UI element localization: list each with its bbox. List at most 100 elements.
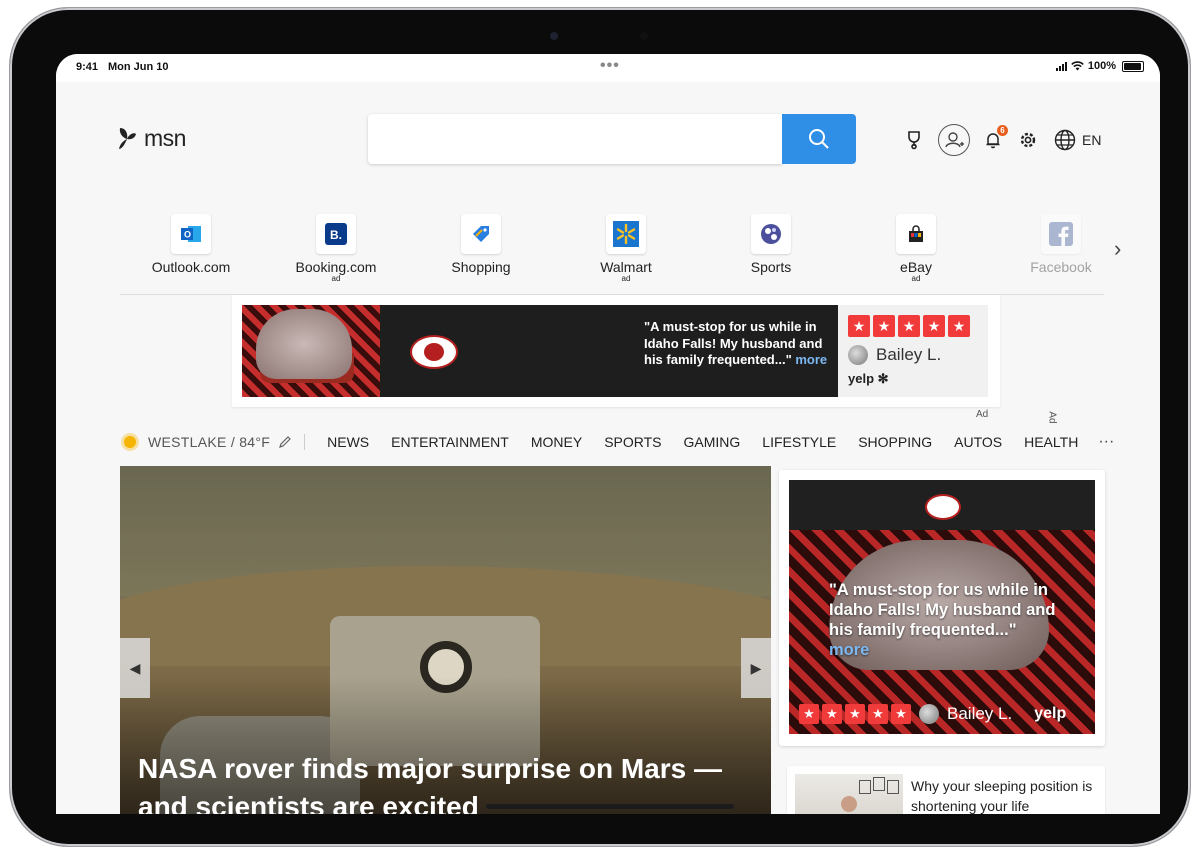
quick-link-label: Outlook.com: [151, 259, 231, 275]
star-icon: ★: [923, 315, 945, 337]
butterfly-logo-icon: [119, 128, 136, 149]
top-ad-banner[interactable]: "A must-stop for us while in Idaho Falls…: [232, 295, 1000, 407]
notifications-bell-icon[interactable]: 6: [984, 125, 1008, 149]
svg-text:B.: B.: [330, 228, 342, 242]
side-ad-quote-text: "A must-stop for us while in Idaho Falls…: [829, 581, 1056, 639]
quick-link-ad-tag: ad: [911, 274, 921, 283]
sensor-dot: [640, 32, 648, 40]
quick-link-label: Shopping: [451, 259, 511, 275]
yelp-burst-icon: ✻: [874, 371, 889, 386]
article-card[interactable]: Why your sleeping position is shortening…: [787, 766, 1105, 814]
quick-link-walmart[interactable]: Walmart ad: [561, 214, 691, 283]
reviewer: Bailey L.: [919, 704, 1012, 724]
side-ad-more-link[interactable]: more: [829, 641, 869, 659]
status-time: 9:41: [76, 61, 99, 73]
nav-item-shopping[interactable]: SHOPPING: [858, 434, 932, 450]
yelp-logo: yelp: [1034, 705, 1067, 722]
sign-in-avatar-icon[interactable]: [938, 124, 970, 156]
side-ad[interactable]: "A must-stop for us while in Idaho Falls…: [779, 470, 1105, 746]
ad-rating-panel: ★ ★ ★ ★ ★ Bailey L. yelp ✻: [838, 305, 988, 397]
star-icon: ★: [898, 315, 920, 337]
battery-percent: 100%: [1087, 60, 1116, 72]
nav-item-health[interactable]: HEALTH: [1024, 434, 1078, 450]
language-selector[interactable]: EN: [1054, 129, 1101, 151]
star-icon: ★: [873, 315, 895, 337]
walmart-icon: [606, 214, 646, 254]
camera-housing: [510, 28, 690, 44]
status-indicators: 100%: [1055, 60, 1144, 72]
reviewer-avatar: [848, 345, 868, 365]
star-icon: ★: [848, 315, 870, 337]
settings-gear-icon[interactable]: [1018, 130, 1038, 150]
ad-more-link[interactable]: more: [795, 352, 827, 367]
quick-link-ad-tag: ad: [331, 274, 341, 283]
quick-links: O Outlook.com B. Booking.com ad Shopping: [126, 214, 1116, 294]
notification-badge: 6: [997, 125, 1008, 136]
nav-item-news[interactable]: NEWS: [327, 434, 369, 450]
sun-icon: [124, 436, 136, 448]
msn-logo[interactable]: msn: [116, 124, 186, 152]
camera-lens: [550, 32, 558, 40]
logo-text: msn: [144, 124, 186, 151]
globe-icon: [1054, 129, 1076, 151]
multitask-dots-icon[interactable]: •••: [600, 57, 620, 75]
nav-item-gaming[interactable]: GAMING: [684, 434, 741, 450]
nav-item-autos[interactable]: AUTOS: [954, 434, 1002, 450]
quick-links-next-chevron-icon[interactable]: ›: [1114, 236, 1121, 262]
quick-link-label: eBay: [900, 259, 932, 275]
reviewer-name: Bailey L.: [947, 704, 1013, 723]
quick-link-booking[interactable]: B. Booking.com ad: [271, 214, 401, 283]
yelp-logo: yelp ✻: [848, 371, 889, 386]
language-label: EN: [1082, 132, 1102, 148]
side-ad-quote: "A must-stop for us while in Idaho Falls…: [829, 580, 1059, 660]
home-indicator[interactable]: [486, 804, 734, 809]
advertiser-logo: [410, 335, 458, 369]
five-star-rating: ★ ★ ★ ★ ★: [848, 315, 970, 337]
quick-link-label: Booking.com: [295, 259, 377, 275]
booking-icon: B.: [316, 214, 356, 254]
svg-text:O: O: [184, 230, 191, 240]
side-ad-creative[interactable]: "A must-stop for us while in Idaho Falls…: [789, 480, 1095, 734]
rewards-trophy-icon[interactable]: [904, 130, 924, 150]
ad-ice-cream-image: [242, 305, 380, 397]
quick-link-facebook[interactable]: Facebook: [996, 214, 1126, 275]
header-actions: 6 EN: [904, 124, 1101, 156]
nav-item-lifestyle[interactable]: LIFESTYLE: [762, 434, 836, 450]
article-title[interactable]: Why your sleeping position is shortening…: [911, 776, 1097, 814]
carousel-prev-icon[interactable]: ◀: [120, 638, 150, 698]
quick-link-label: Facebook: [1030, 259, 1092, 275]
more-ellipsis-icon[interactable]: ···: [1098, 433, 1114, 451]
status-bar: 9:41 Mon Jun 10 ••• 100%: [56, 54, 1160, 82]
wifi-icon: [1071, 61, 1084, 71]
cellular-signal-icon: [1055, 61, 1067, 71]
reviewer: Bailey L.: [848, 345, 941, 365]
edit-pencil-icon[interactable]: [278, 435, 292, 449]
quick-link-label: Sports: [750, 259, 792, 275]
search-button[interactable]: [782, 114, 856, 164]
quick-link-shopping[interactable]: Shopping: [416, 214, 546, 275]
quick-link-ebay[interactable]: eBay ad: [851, 214, 981, 283]
quick-link-label: Walmart: [600, 259, 652, 275]
hero-story[interactable]: NASA rover finds major surprise on Mars …: [120, 466, 771, 814]
nav-item-money[interactable]: MONEY: [531, 434, 582, 450]
star-icon: ★: [845, 704, 865, 724]
star-icon: ★: [822, 704, 842, 724]
star-icon: ★: [868, 704, 888, 724]
quick-link-outlook[interactable]: O Outlook.com: [126, 214, 256, 275]
reviewer-name: Bailey L.: [876, 345, 942, 364]
ad-label: Ad: [976, 409, 989, 420]
weather-text: WESTLAKE / 84°F: [148, 434, 271, 450]
nav-item-entertainment[interactable]: ENTERTAINMENT: [391, 434, 509, 450]
carousel-next-icon[interactable]: ▶: [741, 638, 771, 698]
nav-item-sports[interactable]: SPORTS: [604, 434, 661, 450]
search-bar: [368, 114, 856, 164]
ad-creative[interactable]: "A must-stop for us while in Idaho Falls…: [242, 305, 988, 397]
weather-widget[interactable]: WESTLAKE / 84°F: [120, 434, 306, 450]
quick-link-sports[interactable]: Sports: [706, 214, 836, 275]
reviewer-avatar: [919, 704, 939, 724]
shopping-tag-icon: [461, 214, 501, 254]
category-nav: WESTLAKE / 84°F NEWS ENTERTAINMENT MONEY…: [120, 432, 1114, 452]
search-input[interactable]: [368, 114, 782, 164]
quick-link-ad-tag: ad: [621, 274, 631, 283]
article-thumbnail: [795, 774, 903, 814]
